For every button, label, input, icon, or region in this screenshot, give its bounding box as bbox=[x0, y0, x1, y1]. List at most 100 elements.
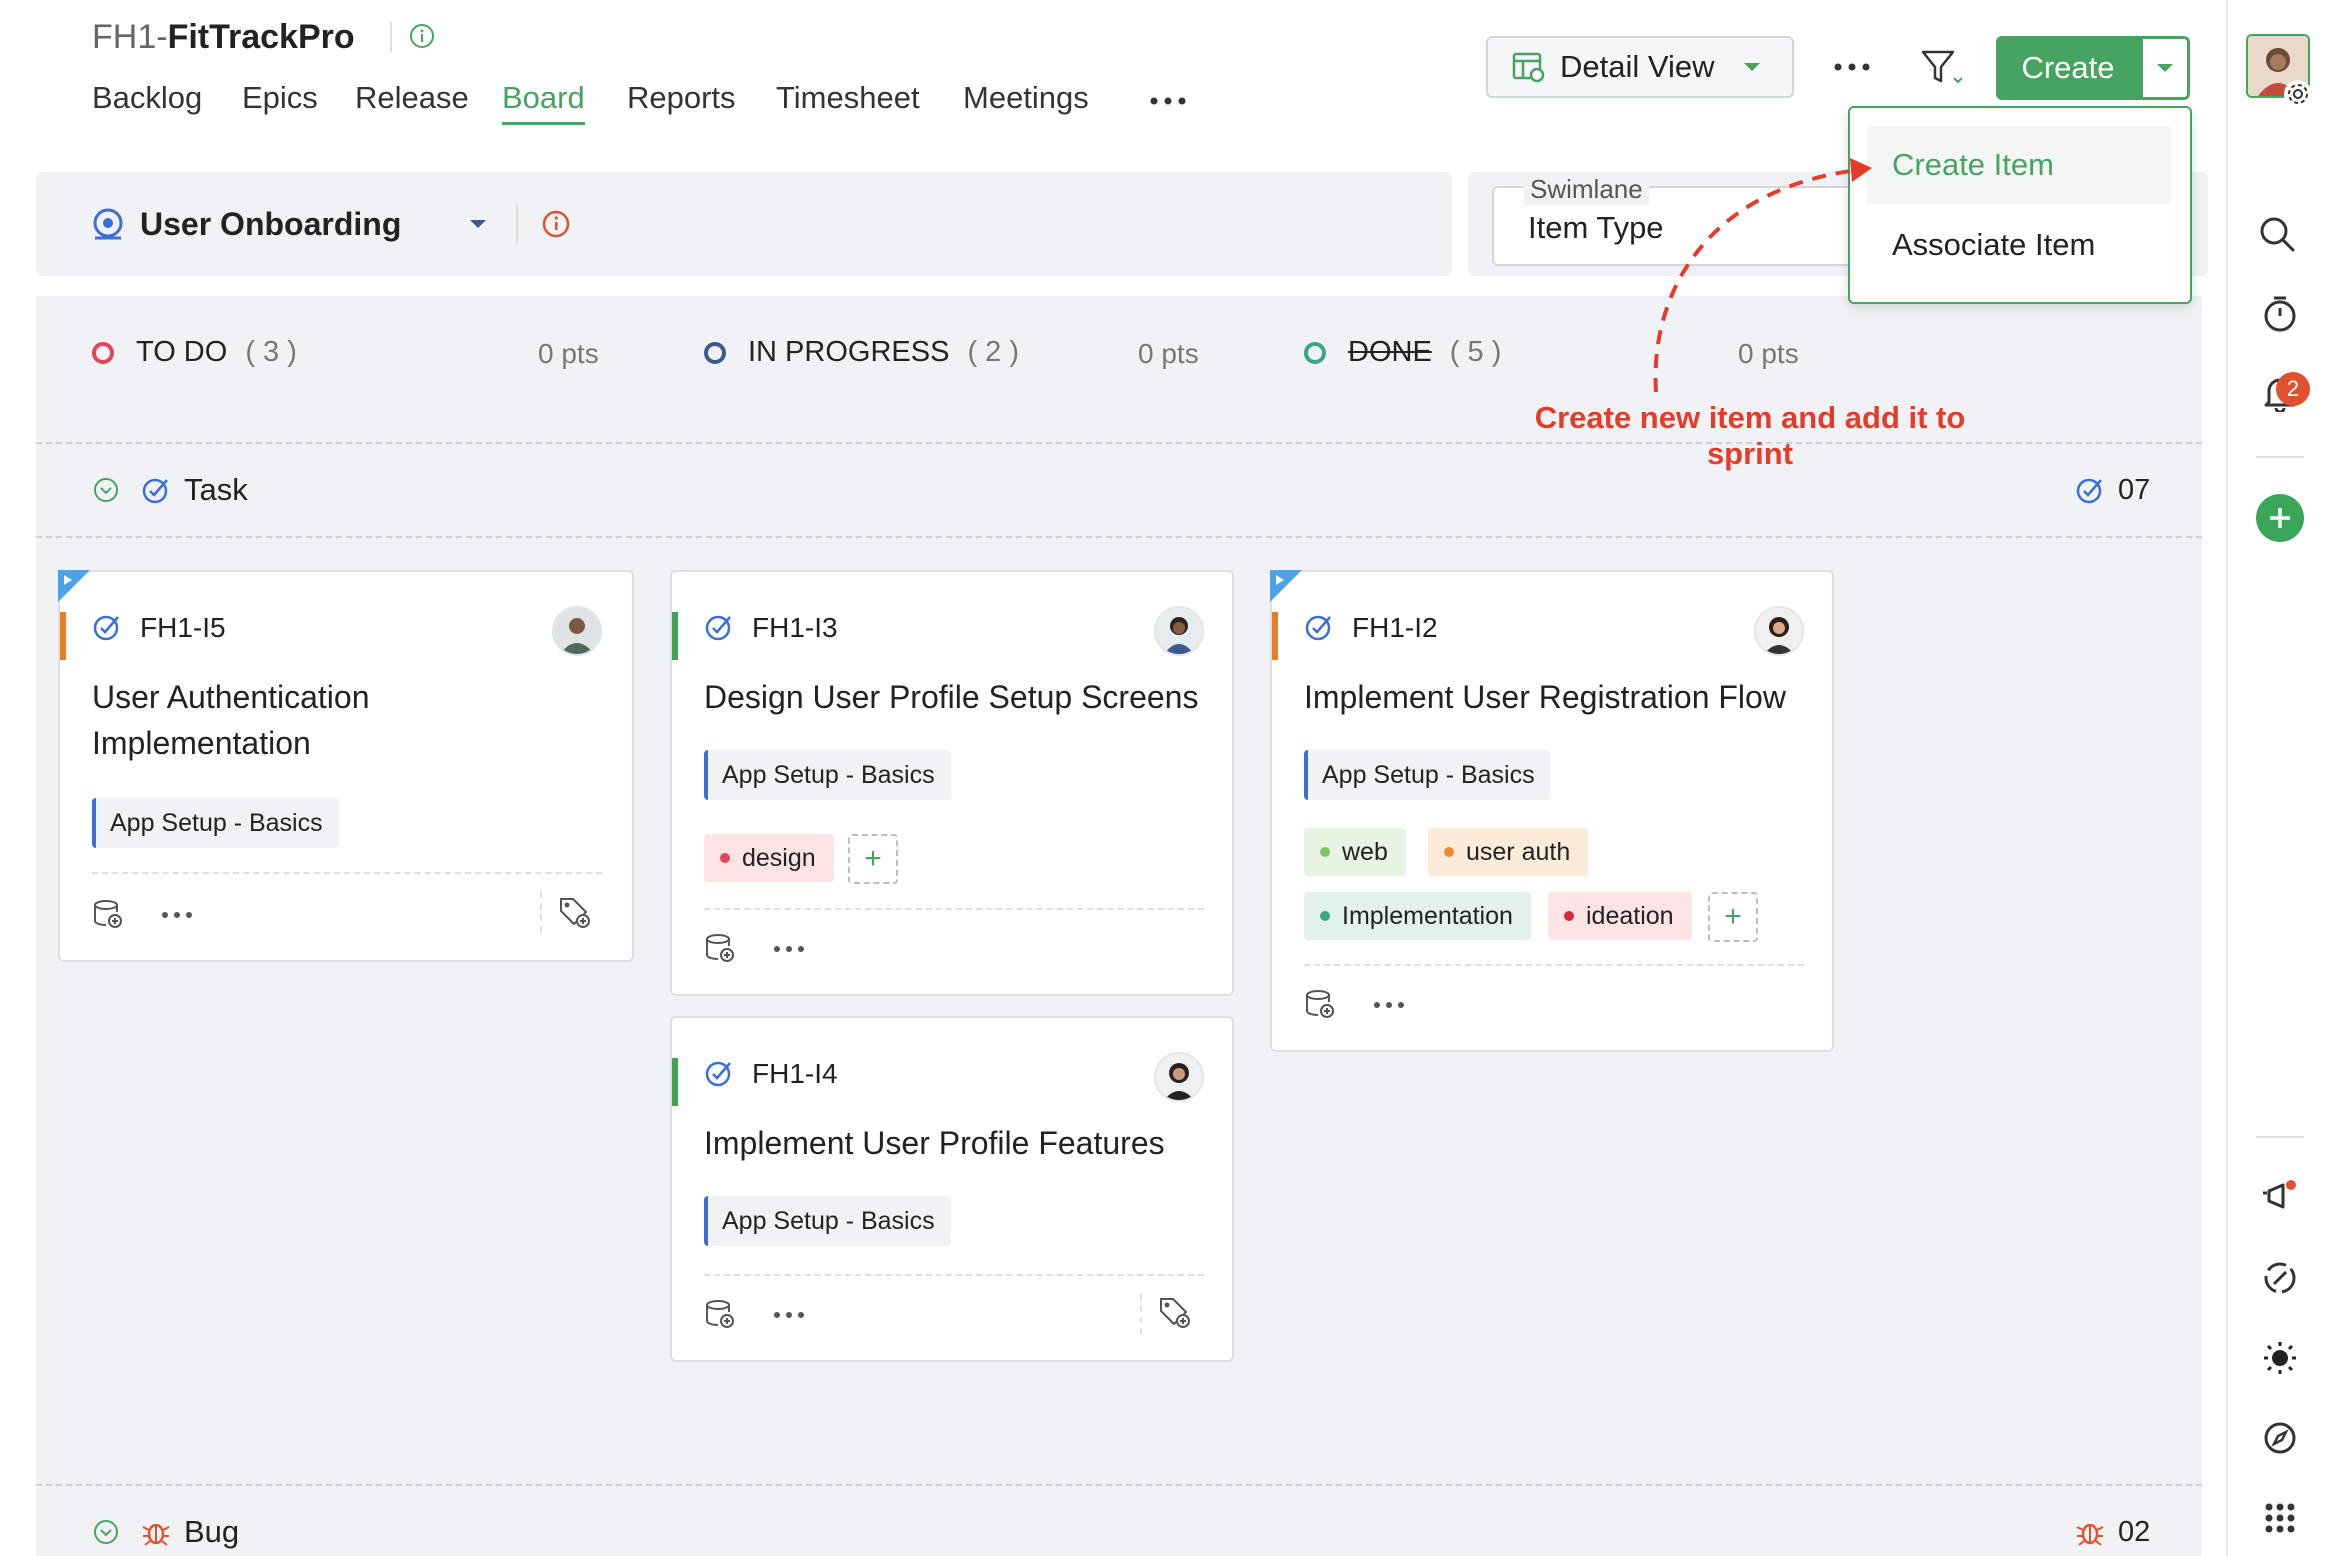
view-label: Detail View bbox=[1560, 49, 1715, 84]
board-view-icon bbox=[1512, 51, 1546, 83]
create-dropdown-toggle[interactable] bbox=[2140, 36, 2190, 100]
tab-meetings[interactable]: Meetings bbox=[963, 80, 1089, 116]
tag-dot bbox=[1444, 847, 1454, 857]
add-icon[interactable] bbox=[2256, 494, 2304, 542]
tag-dot bbox=[1564, 911, 1574, 921]
epic-chip[interactable]: App Setup - Basics bbox=[704, 750, 951, 800]
card-fh1-i2[interactable]: FH1-I2 Implement User Registration Flow … bbox=[1270, 570, 1834, 1052]
sprint-flag-icon bbox=[1270, 570, 1302, 602]
settings-gear-icon[interactable] bbox=[2284, 80, 2312, 108]
menu-create-item[interactable]: Create Item bbox=[1866, 126, 2172, 204]
column-name: TO DO bbox=[136, 336, 228, 368]
collapse-toggle-icon[interactable] bbox=[92, 1518, 120, 1546]
column-points: 0 pts bbox=[1138, 338, 1199, 369]
column-count: ( 3 ) bbox=[245, 336, 297, 368]
priority-stripe bbox=[60, 612, 66, 660]
add-tag-icon[interactable] bbox=[558, 896, 590, 928]
more-options-icon[interactable] bbox=[162, 912, 192, 918]
compass-icon[interactable] bbox=[2260, 1418, 2300, 1458]
more-options-icon[interactable] bbox=[1830, 52, 1874, 82]
tag-chip[interactable]: ideation bbox=[1548, 892, 1692, 940]
add-tag-button[interactable]: + bbox=[1708, 892, 1758, 942]
timer-icon[interactable] bbox=[2260, 294, 2300, 334]
more-options-icon[interactable] bbox=[1374, 1002, 1404, 1008]
card-title: Implement User Profile Features bbox=[704, 1125, 1165, 1161]
rail-divider bbox=[2256, 456, 2304, 458]
tag-dot bbox=[720, 853, 730, 863]
tag-chip[interactable]: design bbox=[704, 834, 834, 882]
add-subitem-icon[interactable] bbox=[92, 898, 124, 930]
notification-badge: 2 bbox=[2276, 372, 2310, 406]
divider bbox=[540, 892, 542, 932]
filter-icon[interactable] bbox=[1918, 46, 1964, 90]
add-subitem-icon[interactable] bbox=[1304, 988, 1336, 1020]
annotation-line: Create new item and add it to bbox=[1534, 400, 1966, 435]
tag-label: ideation bbox=[1586, 901, 1674, 930]
integration-icon[interactable] bbox=[2260, 1258, 2300, 1298]
info-icon[interactable] bbox=[406, 20, 438, 52]
epic-chip[interactable]: App Setup - Basics bbox=[704, 1196, 951, 1246]
tab-epics[interactable]: Epics bbox=[242, 80, 318, 116]
tag-dot bbox=[1320, 911, 1330, 921]
status-ring-icon bbox=[704, 341, 726, 364]
card-fh1-i4[interactable]: FH1-I4 Implement User Profile Features A… bbox=[670, 1016, 1234, 1362]
item-key[interactable]: FH1-I4 bbox=[752, 1058, 838, 1090]
column-count: ( 5 ) bbox=[1449, 336, 1502, 368]
apps-grid-icon[interactable] bbox=[2260, 1498, 2300, 1538]
lane-title: Task bbox=[184, 472, 248, 507]
assignee-avatar[interactable] bbox=[552, 606, 602, 656]
task-icon bbox=[2074, 476, 2104, 506]
column-name: IN PROGRESS bbox=[748, 336, 950, 368]
more-tabs-icon[interactable] bbox=[1146, 86, 1190, 116]
epic-chip[interactable]: App Setup - Basics bbox=[1304, 750, 1551, 800]
add-subitem-icon[interactable] bbox=[704, 1298, 736, 1330]
item-key[interactable]: FH1-I2 bbox=[1352, 612, 1438, 644]
card-divider bbox=[1304, 964, 1804, 966]
more-options-icon[interactable] bbox=[774, 946, 804, 952]
tab-backlog[interactable]: Backlog bbox=[92, 80, 202, 116]
column-name: DONE bbox=[1348, 336, 1432, 368]
collapse-toggle-icon[interactable] bbox=[92, 476, 120, 504]
tab-reports[interactable]: Reports bbox=[627, 80, 736, 116]
item-key[interactable]: FH1-I3 bbox=[752, 612, 838, 644]
more-options-icon[interactable] bbox=[774, 1312, 804, 1318]
project-key: FH1- bbox=[92, 18, 168, 56]
task-icon bbox=[140, 476, 170, 506]
epic-chip[interactable]: App Setup - Basics bbox=[92, 798, 339, 848]
theme-icon[interactable] bbox=[2260, 1338, 2300, 1378]
add-tag-button[interactable]: + bbox=[848, 834, 898, 884]
assignee-avatar[interactable] bbox=[1754, 606, 1804, 656]
search-icon[interactable] bbox=[2258, 214, 2296, 254]
assignee-avatar[interactable] bbox=[1154, 1052, 1204, 1102]
card-fh1-i3[interactable]: FH1-I3 Design User Profile Setup Screens… bbox=[670, 570, 1234, 996]
tab-timesheet[interactable]: Timesheet bbox=[776, 80, 920, 116]
menu-associate-item[interactable]: Associate Item bbox=[1866, 206, 2172, 284]
view-selector[interactable]: Detail View bbox=[1486, 36, 1794, 98]
chevron-down-icon[interactable] bbox=[466, 214, 490, 234]
tab-board[interactable]: Board bbox=[502, 80, 585, 125]
add-tag-icon[interactable] bbox=[1158, 1296, 1190, 1328]
project-name[interactable]: FitTrackPro bbox=[168, 18, 355, 56]
add-subitem-icon[interactable] bbox=[704, 932, 736, 964]
info-icon[interactable] bbox=[540, 208, 572, 240]
chevron-down-icon bbox=[2156, 62, 2174, 74]
priority-stripe bbox=[672, 612, 678, 660]
sprint-name[interactable]: User Onboarding bbox=[140, 206, 401, 243]
item-key[interactable]: FH1-I5 bbox=[140, 612, 226, 644]
card-divider bbox=[704, 908, 1204, 910]
project-title: FH1-FitTrackPro bbox=[92, 18, 355, 57]
card-title-line: User Authentication bbox=[92, 679, 370, 715]
tab-release[interactable]: Release bbox=[355, 80, 469, 116]
tag-chip[interactable]: web bbox=[1304, 828, 1406, 876]
annotation-arrow bbox=[1653, 158, 1872, 393]
annotation-text: Create new item and add it to sprint bbox=[1480, 400, 2020, 472]
card-title: Design User Profile Setup Screens bbox=[704, 679, 1199, 715]
tag-dot bbox=[1320, 847, 1330, 857]
announcement-icon[interactable] bbox=[2260, 1176, 2300, 1216]
divider bbox=[390, 22, 392, 52]
card-fh1-i5[interactable]: FH1-I5 User Authentication Implementatio… bbox=[58, 570, 634, 962]
create-button[interactable]: Create bbox=[1996, 36, 2140, 100]
tag-chip[interactable]: Implementation bbox=[1304, 892, 1531, 940]
assignee-avatar[interactable] bbox=[1154, 606, 1204, 656]
tag-chip[interactable]: user auth bbox=[1428, 828, 1589, 876]
